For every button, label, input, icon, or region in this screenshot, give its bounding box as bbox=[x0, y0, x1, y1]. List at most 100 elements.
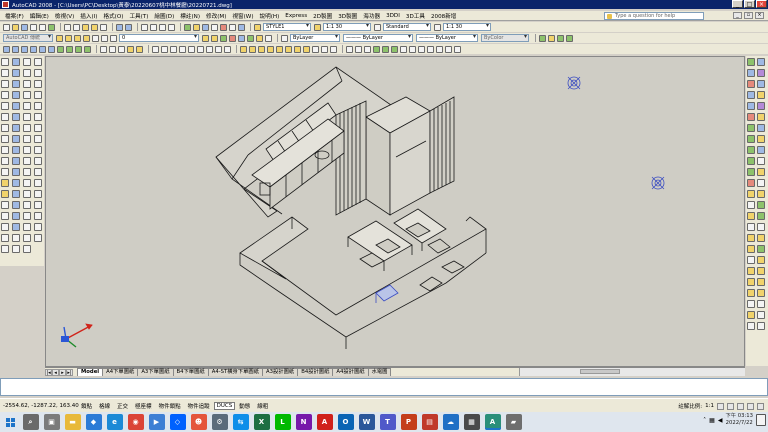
gradient-icon[interactable] bbox=[1, 223, 9, 231]
subtract-icon[interactable] bbox=[321, 45, 328, 53]
walk-icon[interactable] bbox=[382, 45, 389, 53]
snap-tangent-icon[interactable] bbox=[34, 124, 42, 132]
make-block-icon[interactable] bbox=[1, 190, 9, 198]
sun-icon[interactable] bbox=[92, 34, 99, 42]
menu-3ddi[interactable]: 3DDI bbox=[383, 13, 403, 19]
right-tool-24-icon[interactable] bbox=[757, 179, 765, 187]
dim-style-select[interactable]: Standard bbox=[383, 23, 431, 31]
snap-parallel-icon[interactable] bbox=[34, 146, 42, 154]
store-app-icon[interactable]: ◆ bbox=[85, 414, 102, 430]
right-tool-19-icon[interactable] bbox=[747, 157, 755, 165]
tab-layout-2[interactable]: A3下單圖紙 bbox=[137, 368, 174, 376]
doc-minimize-button[interactable]: _ bbox=[733, 12, 742, 19]
menu-plugin[interactable]: 海功器 bbox=[360, 12, 383, 20]
ucs-3point-icon[interactable] bbox=[224, 45, 231, 53]
ucs-previous-icon[interactable] bbox=[170, 45, 177, 53]
scale-icon[interactable] bbox=[12, 135, 20, 143]
menu-file[interactable]: 檔案(F) bbox=[2, 12, 27, 20]
3d-view-back-icon[interactable] bbox=[48, 45, 55, 53]
wedge-icon[interactable] bbox=[276, 45, 283, 53]
doc-restore-button[interactable]: ▫ bbox=[744, 12, 753, 19]
redo-icon[interactable] bbox=[125, 23, 132, 31]
save-icon[interactable] bbox=[21, 23, 28, 31]
right-tool-45-icon[interactable] bbox=[747, 300, 755, 308]
snap-endpoint-icon[interactable] bbox=[34, 69, 42, 77]
layer-previous-icon[interactable] bbox=[211, 34, 218, 42]
circle-icon[interactable] bbox=[1, 124, 9, 132]
dim-angular-icon[interactable] bbox=[23, 135, 31, 143]
settings-app-icon[interactable]: ⚙ bbox=[211, 414, 228, 430]
tool-palettes-icon[interactable] bbox=[202, 23, 209, 31]
tab-model[interactable]: Model bbox=[77, 368, 104, 376]
right-tool-23-icon[interactable] bbox=[747, 179, 755, 187]
notification-icon[interactable] bbox=[756, 414, 766, 426]
intersect-icon[interactable] bbox=[330, 45, 337, 53]
tolerance-icon[interactable] bbox=[23, 190, 31, 198]
quick-dim-icon[interactable] bbox=[23, 146, 31, 154]
render-env-icon[interactable] bbox=[445, 45, 452, 53]
right-tool-13-icon[interactable] bbox=[747, 124, 755, 132]
right-tool-44-icon[interactable] bbox=[757, 289, 765, 297]
task-view-app-icon[interactable]: ▣ bbox=[43, 414, 60, 430]
layer-unlock-icon[interactable] bbox=[265, 34, 272, 42]
dim-radius-icon[interactable] bbox=[23, 102, 31, 110]
annotation-visibility-icon[interactable] bbox=[717, 402, 724, 410]
snap-none-icon[interactable] bbox=[34, 190, 42, 198]
hatch-icon[interactable] bbox=[1, 212, 9, 220]
polygon-icon[interactable] bbox=[1, 91, 9, 99]
right-tool-46-icon[interactable] bbox=[757, 300, 765, 308]
right-tool-27-icon[interactable] bbox=[747, 201, 755, 209]
menu-window[interactable]: 視窗(W) bbox=[229, 12, 256, 20]
print-icon[interactable] bbox=[30, 23, 37, 31]
plotstyle-select[interactable]: ByColor bbox=[481, 34, 529, 42]
file-explorer-app-icon[interactable]: ▬ bbox=[64, 414, 81, 430]
right-tool-29-icon[interactable] bbox=[747, 212, 755, 220]
search-app-icon[interactable]: ⌕ bbox=[22, 414, 39, 430]
snap-nearest-icon[interactable] bbox=[34, 179, 42, 187]
match-properties-icon[interactable] bbox=[91, 23, 98, 31]
tray-chevron-icon[interactable]: ˄ bbox=[703, 417, 706, 424]
drawing-canvas[interactable] bbox=[45, 56, 745, 367]
continuous-orbit-icon[interactable] bbox=[364, 45, 371, 53]
calculator-icon[interactable] bbox=[229, 23, 236, 31]
snap-quadrant-icon[interactable] bbox=[34, 113, 42, 121]
menu-view[interactable]: 檢視(V) bbox=[52, 12, 77, 20]
menu-help[interactable]: 說明(H) bbox=[257, 12, 283, 20]
workspace-select[interactable]: AutoCAD 傳統 bbox=[3, 34, 53, 42]
media-app-icon[interactable]: ▶ bbox=[148, 414, 165, 430]
layer-state-icon[interactable] bbox=[74, 34, 81, 42]
teams-app-icon[interactable]: T bbox=[379, 414, 396, 430]
word-app-icon[interactable]: W bbox=[358, 414, 375, 430]
fly-icon[interactable] bbox=[391, 45, 398, 53]
tab-layout-8[interactable]: 水電圖 bbox=[367, 368, 392, 376]
snap-apparent-icon[interactable] bbox=[34, 223, 42, 231]
revision-cloud-icon[interactable] bbox=[1, 135, 9, 143]
dim-diameter-icon[interactable] bbox=[23, 124, 31, 132]
right-tool-7-icon[interactable] bbox=[747, 91, 755, 99]
zoom-window-icon[interactable] bbox=[159, 23, 166, 31]
right-tool-40-icon[interactable] bbox=[757, 267, 765, 275]
menu-3d-tools[interactable]: 3D工具 bbox=[403, 12, 428, 20]
publish-icon[interactable] bbox=[48, 23, 55, 31]
insert-block-icon[interactable] bbox=[1, 179, 9, 187]
3d-view-top-icon[interactable] bbox=[3, 45, 10, 53]
table-scale-select[interactable]: 1:1 30 bbox=[443, 23, 491, 31]
start-button[interactable] bbox=[0, 412, 20, 432]
menu-dimension[interactable]: 標註(N) bbox=[177, 12, 203, 20]
3d-view-right-icon[interactable] bbox=[30, 45, 37, 53]
autocad-app-icon[interactable]: A bbox=[484, 414, 501, 430]
union-icon[interactable] bbox=[312, 45, 319, 53]
teamviewer-app-icon[interactable]: ⇆ bbox=[232, 414, 249, 430]
lock-icon[interactable] bbox=[101, 34, 108, 42]
right-tool-16-icon[interactable] bbox=[757, 135, 765, 143]
ray-icon[interactable] bbox=[34, 58, 42, 66]
pan-icon[interactable] bbox=[141, 23, 148, 31]
dyn-toggle[interactable]: 動態 bbox=[236, 401, 253, 411]
layer-on-icon[interactable] bbox=[247, 34, 254, 42]
grid-toggle[interactable]: 格線 bbox=[96, 401, 113, 411]
right-tool-41-icon[interactable] bbox=[747, 278, 755, 286]
layer-walk-icon[interactable] bbox=[548, 34, 555, 42]
chrome-app-icon[interactable]: ◉ bbox=[127, 414, 144, 430]
ucs-icon[interactable] bbox=[152, 45, 159, 53]
right-tool-21-icon[interactable] bbox=[747, 168, 755, 176]
